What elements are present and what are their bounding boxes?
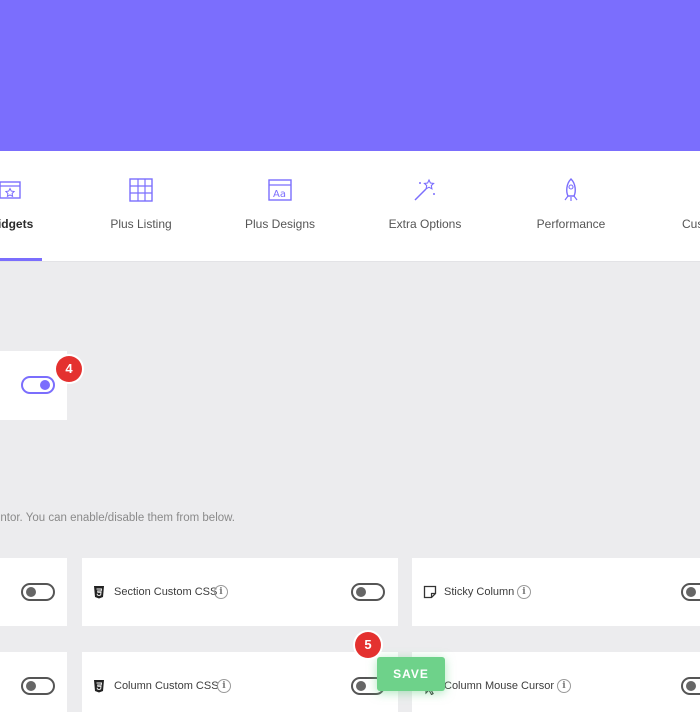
sticky-note-icon xyxy=(423,585,437,599)
tab-plus-designs-label: Plus Designs xyxy=(244,217,316,231)
save-button[interactable]: SAVE xyxy=(377,657,445,691)
extension-card-partial-2 xyxy=(0,652,67,712)
toggle-knob xyxy=(356,587,366,597)
tab-plus-listing-label: Plus Listing xyxy=(110,217,172,231)
extension-toggle[interactable] xyxy=(681,677,700,695)
tab-extra-options[interactable]: Extra Options xyxy=(360,151,490,261)
extension-toggle[interactable] xyxy=(21,677,55,695)
tab-performance[interactable]: Performance xyxy=(506,151,636,261)
grid-listing-icon xyxy=(129,178,153,202)
master-toggle[interactable] xyxy=(21,376,55,394)
css3-icon xyxy=(94,586,104,599)
active-tab-indicator xyxy=(0,258,42,261)
extension-card-column-mouse-cursor: Column Mouse Cursor i xyxy=(412,652,700,712)
extension-card-column-custom-css: Column Custom CSS i xyxy=(82,652,398,712)
header-banner xyxy=(0,0,700,151)
toggle-knob xyxy=(40,380,50,390)
step-badge-5: 5 xyxy=(355,632,381,658)
step-badge-4: 4 xyxy=(56,356,82,382)
tab-performance-label: Performance xyxy=(536,217,606,231)
toggle-knob xyxy=(686,587,696,597)
extension-label: Section Custom CSS xyxy=(114,586,218,598)
extension-toggle[interactable] xyxy=(21,583,55,601)
extension-toggle[interactable] xyxy=(681,583,700,601)
extension-card-partial-1 xyxy=(0,558,67,626)
magic-wand-icon xyxy=(414,178,435,201)
toggle-knob xyxy=(356,681,366,691)
toggle-knob xyxy=(686,681,696,691)
extensions-description: ementor. You can enable/disable them fro… xyxy=(0,512,236,524)
typography-designs-icon: Aa xyxy=(268,179,292,201)
tab-widgets[interactable]: Widgets xyxy=(0,151,75,261)
settings-tab-bar: Widgets Plus Listing Aa Plus Designs Ext… xyxy=(0,151,700,262)
widgets-star-icon xyxy=(0,181,21,199)
info-icon[interactable]: i xyxy=(217,679,231,693)
extension-label: Column Mouse Cursor xyxy=(444,680,555,692)
info-icon[interactable]: i xyxy=(557,679,571,693)
toggle-knob xyxy=(26,681,36,691)
rocket-icon xyxy=(564,178,578,201)
extension-toggle[interactable] xyxy=(351,583,385,601)
tab-extra-options-label: Extra Options xyxy=(388,217,462,231)
extension-card-section-custom-css: Section Custom CSS i xyxy=(82,558,398,626)
extension-label: Column Custom CSS xyxy=(114,680,219,692)
info-icon[interactable]: i xyxy=(214,585,228,599)
svg-text:Aa: Aa xyxy=(273,189,286,200)
tab-widgets-label: Widgets xyxy=(0,217,34,231)
extension-label: Sticky Column xyxy=(444,586,515,598)
tab-custom[interactable]: Cus xyxy=(660,151,700,261)
tab-plus-designs[interactable]: Aa Plus Designs xyxy=(215,151,345,261)
tab-custom-label: Cus xyxy=(682,217,700,231)
info-icon[interactable]: i xyxy=(517,585,531,599)
toggle-knob xyxy=(26,587,36,597)
extension-card-sticky-column: Sticky Column i xyxy=(412,558,700,626)
css3-icon xyxy=(94,680,104,693)
tab-plus-listing[interactable]: Plus Listing xyxy=(76,151,206,261)
